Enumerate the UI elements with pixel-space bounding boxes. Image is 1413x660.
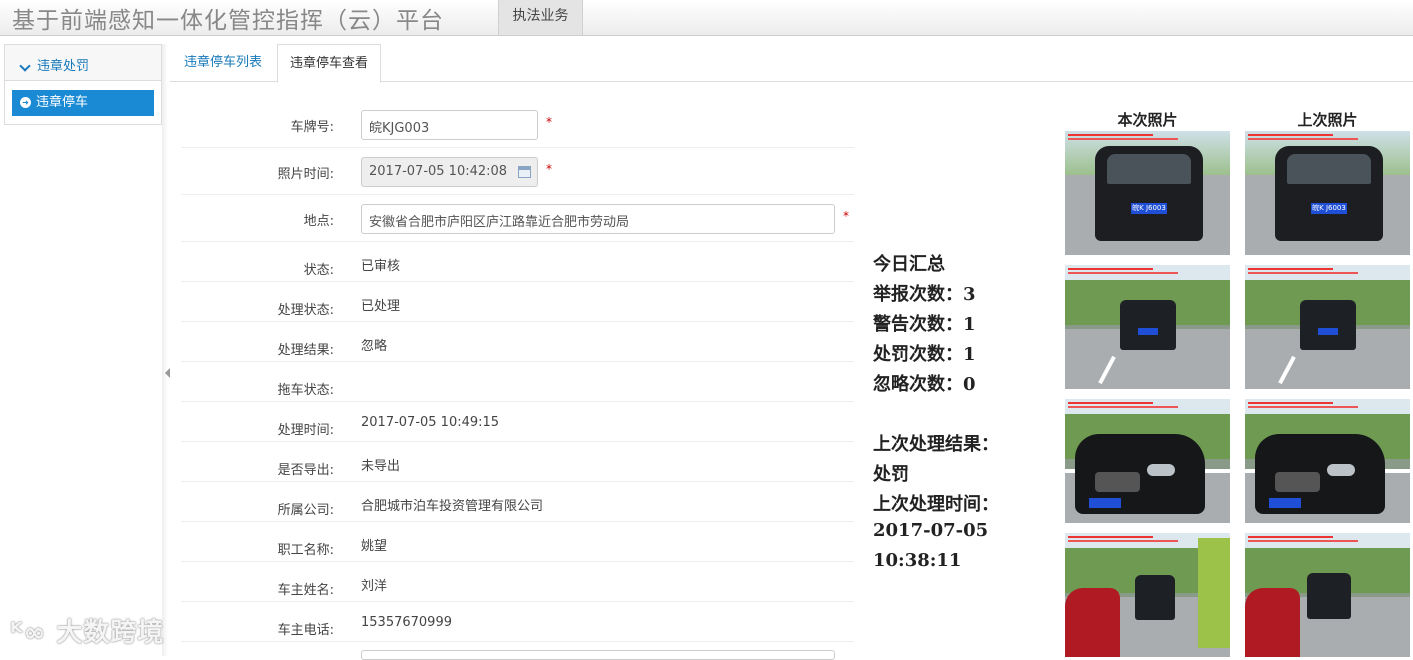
previous-photo-2[interactable] [1245, 265, 1410, 389]
plate-input[interactable]: 皖KJG003 [361, 110, 538, 140]
sidebar-group-violation-penalty[interactable]: 违章处罚 [5, 45, 161, 81]
last-date-value: 2017-07-05 [873, 520, 989, 541]
form-row-owner-name: 车主姓名: 刘洋 [181, 562, 854, 602]
form-row-plate: 车牌号: 皖KJG003 * [181, 101, 854, 148]
last-result-label: 上次处理结果： [873, 434, 999, 455]
current-photo-header: 本次照片 [1117, 111, 1178, 129]
violation-detail-form: 车牌号: 皖KJG003 * 照片时间: 2017-07-05 10:42:08… [181, 101, 854, 642]
form-row-owner-phone: 车主电话: 15357670999 [181, 602, 854, 642]
top-bar: 基于前端感知一体化管控指挥（云）平台 执法业务 [0, 0, 1413, 36]
owner-phone-value: 15357670999 [361, 615, 452, 630]
watermark-logo: ᴷ∞ 大数跨境 [10, 618, 165, 648]
process-time-label: 处理时间: [277, 423, 334, 438]
tab-violation-view[interactable]: 违章停车查看 [277, 44, 381, 83]
company-value: 合肥城市泊车投资管理有限公司 [361, 499, 544, 514]
current-photo-3[interactable] [1065, 399, 1230, 523]
location-input[interactable]: 安徽省合肥市庐阳区庐江路靠近合肥市劳动局 [361, 204, 835, 234]
tow-status-label: 拖车状态: [277, 383, 334, 398]
exported-label: 是否导出: [277, 463, 334, 478]
warning-count: 警告次数：1 [873, 314, 976, 335]
previous-photo-header: 上次照片 [1297, 111, 1358, 129]
form-row-process-status: 处理状态: 已处理 [181, 282, 854, 322]
current-photo-2[interactable] [1065, 265, 1230, 389]
current-photo-4[interactable] [1065, 533, 1230, 657]
form-row-process-result: 处理结果: 忽略 [181, 322, 854, 362]
content-tabs: 违章停车列表 违章停车查看 [170, 44, 1413, 83]
chevron-down-icon [19, 59, 31, 72]
required-mark: * [843, 209, 849, 223]
status-label: 状态: [303, 263, 334, 278]
form-row-process-time: 处理时间: 2017-07-05 10:49:15 [181, 402, 854, 442]
owner-name-label: 车主姓名: [277, 583, 334, 598]
process-status-value: 已处理 [361, 299, 401, 314]
required-mark: * [546, 115, 552, 129]
last-time-value: 10:38:11 [873, 550, 962, 571]
last-time-label: 上次处理时间： [873, 494, 999, 515]
form-row-exported: 是否导出: 未导出 [181, 442, 854, 482]
required-mark: * [546, 162, 552, 176]
watermark-text: 大数跨境 [56, 618, 165, 648]
photo-time-value: 2017-07-05 10:42:08 [369, 164, 508, 179]
remark-input[interactable] [361, 650, 835, 660]
sidebar: 违章处罚 ➜ 违章停车 [4, 44, 162, 125]
calendar-icon[interactable] [518, 166, 531, 178]
current-photo-1[interactable]: 皖K J6003 [1065, 131, 1230, 255]
summary-title: 今日汇总 [873, 254, 945, 275]
owner-name-value: 刘洋 [361, 579, 388, 594]
sidebar-item-illegal-parking[interactable]: ➜ 违章停车 [12, 90, 154, 116]
sidebar-group-label: 违章处罚 [37, 59, 90, 74]
employee-label: 职工名称: [277, 543, 334, 558]
process-result-label: 处理结果: [277, 343, 334, 358]
exported-value: 未导出 [361, 459, 401, 474]
process-result-value: 忽略 [361, 339, 388, 354]
form-row-location: 地点: 安徽省合肥市庐阳区庐江路靠近合肥市劳动局 * [181, 195, 854, 242]
tab-violation-list[interactable]: 违章停车列表 [172, 44, 274, 82]
form-row-photo-time: 照片时间: 2017-07-05 10:42:08 * [181, 148, 854, 195]
previous-photo-4[interactable] [1245, 533, 1410, 657]
app-title: 基于前端感知一体化管控指挥（云）平台 [12, 8, 444, 34]
ignored-count: 忽略次数：0 [873, 374, 976, 395]
previous-photo-3[interactable] [1245, 399, 1410, 523]
last-result-value: 处罚 [873, 464, 909, 485]
plate-badge: 皖K J6003 [1311, 203, 1347, 214]
status-value: 已审核 [361, 259, 401, 274]
circle-arrow-right-icon: ➜ [20, 97, 31, 108]
photo-time-label: 照片时间: [277, 167, 334, 182]
plate-badge: 皖K J6003 [1131, 203, 1167, 214]
sidebar-divider [162, 44, 168, 656]
collapse-sidebar-icon[interactable] [165, 368, 170, 378]
process-time-value: 2017-07-05 10:49:15 [361, 415, 500, 430]
sidebar-item-label: 违章停车 [36, 95, 89, 110]
previous-photo-1[interactable]: 皖K J6003 [1245, 131, 1410, 255]
photo-time-input[interactable]: 2017-07-05 10:42:08 [361, 157, 538, 187]
process-status-label: 处理状态: [277, 303, 334, 318]
plate-label: 车牌号: [290, 120, 334, 135]
employee-value: 姚望 [361, 539, 388, 554]
location-label: 地点: [303, 214, 334, 229]
form-row-status: 状态: 已审核 [181, 242, 854, 282]
company-label: 所属公司: [277, 503, 334, 518]
form-row-employee: 职工名称: 姚望 [181, 522, 854, 562]
form-row-company: 所属公司: 合肥城市泊车投资管理有限公司 [181, 482, 854, 522]
owner-phone-label: 车主电话: [277, 623, 334, 638]
form-row-tow-status: 拖车状态: [181, 362, 854, 402]
penalty-count: 处罚次数：1 [873, 344, 976, 365]
report-count: 举报次数：3 [873, 284, 976, 305]
top-tab-enforcement[interactable]: 执法业务 [498, 0, 583, 35]
